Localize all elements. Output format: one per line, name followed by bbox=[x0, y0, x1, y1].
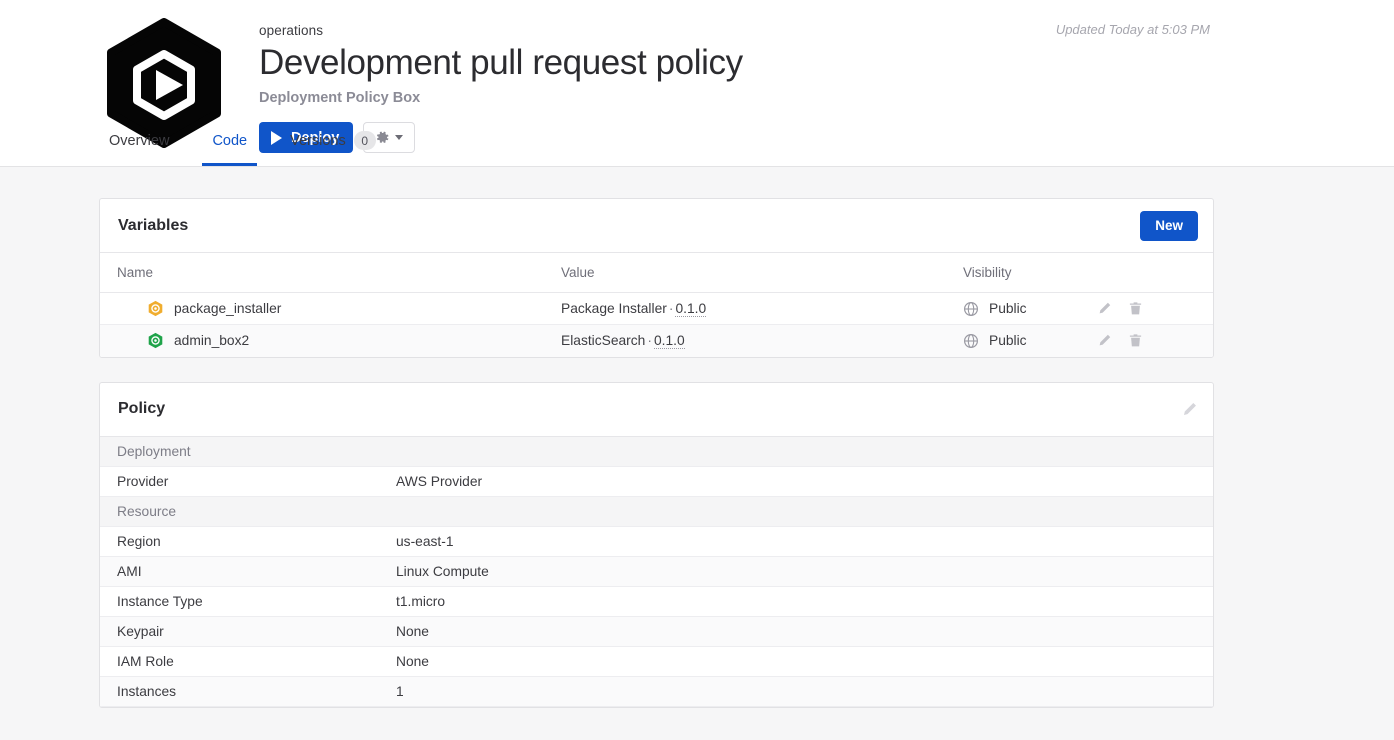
variables-card: Variables New Name Value Visibility pack… bbox=[99, 198, 1214, 358]
trash-icon[interactable] bbox=[1128, 301, 1143, 316]
policy-row: Instance Type t1.micro bbox=[100, 586, 1213, 617]
page-title: Development pull request policy bbox=[259, 43, 743, 82]
variable-visibility-cell: Public bbox=[962, 324, 1097, 357]
column-header-actions bbox=[1097, 253, 1213, 293]
column-header-visibility: Visibility bbox=[962, 253, 1097, 293]
trash-icon[interactable] bbox=[1128, 333, 1143, 348]
hexagon-badge-green-icon bbox=[147, 332, 164, 349]
variable-visibility-text: Public bbox=[989, 301, 1027, 316]
variable-name-cell: admin_box2 bbox=[100, 324, 560, 357]
variable-name-text: package_installer bbox=[174, 301, 282, 316]
variable-value-name: ElasticSearch bbox=[561, 333, 646, 349]
policy-card-title: Policy bbox=[118, 400, 166, 417]
policy-value: Linux Compute bbox=[395, 556, 1213, 587]
globe-icon bbox=[963, 301, 979, 317]
column-header-value: Value bbox=[560, 253, 962, 293]
policy-key: IAM Role bbox=[100, 646, 395, 677]
tab-code[interactable]: Code bbox=[202, 118, 258, 166]
policy-key: Instances bbox=[100, 676, 395, 707]
policy-value: t1.micro bbox=[395, 586, 1213, 617]
policy-key: Keypair bbox=[100, 616, 395, 647]
variables-table: Name Value Visibility package_installer … bbox=[100, 253, 1213, 357]
policy-section-label: Resource bbox=[100, 496, 395, 527]
pencil-icon[interactable] bbox=[1097, 333, 1112, 348]
policy-section-value bbox=[395, 496, 1213, 527]
variable-actions-cell bbox=[1097, 292, 1213, 325]
policy-value: None bbox=[395, 616, 1213, 647]
policy-row: IAM Role None bbox=[100, 646, 1213, 677]
variable-version-link[interactable]: 0.1.0 bbox=[653, 333, 685, 350]
variable-value-cell: Package Installer · 0.1.0 bbox=[560, 292, 962, 325]
pencil-icon[interactable] bbox=[1181, 401, 1198, 418]
variable-value-name: Package Installer bbox=[561, 301, 667, 316]
policy-row: Keypair None bbox=[100, 616, 1213, 647]
policy-value: 1 bbox=[395, 676, 1213, 707]
tab-versions-label: Versions bbox=[290, 132, 346, 149]
policy-key: AMI bbox=[100, 556, 395, 587]
policy-card: Policy Deployment Provider AWS Provider … bbox=[99, 381, 1214, 708]
variable-name-text: admin_box2 bbox=[174, 333, 250, 349]
policy-card-header: Policy bbox=[100, 383, 1213, 437]
page-subtitle: Deployment Policy Box bbox=[259, 90, 421, 106]
page-header: Updated Today at 5:03 PM operations Deve… bbox=[0, 0, 1394, 167]
policy-key: Region bbox=[100, 526, 395, 557]
variable-value-separator: · bbox=[647, 333, 652, 349]
hexagon-badge-orange-icon bbox=[147, 300, 164, 317]
main-content: Variables New Name Value Visibility pack… bbox=[0, 167, 1394, 732]
policy-section-row: Resource bbox=[100, 496, 1213, 527]
policy-section-row: Deployment bbox=[100, 436, 1213, 467]
breadcrumb-org[interactable]: operations bbox=[259, 22, 743, 40]
variables-card-header: Variables New bbox=[100, 199, 1213, 253]
variables-card-title: Variables bbox=[118, 216, 189, 234]
table-row[interactable]: package_installer Package Installer · 0.1.… bbox=[100, 292, 1213, 325]
policy-section-label: Deployment bbox=[100, 436, 395, 467]
policy-key: Instance Type bbox=[100, 586, 395, 617]
tab-bar: Overview Code Versions 0 bbox=[0, 118, 1394, 166]
policy-row: AMI Linux Compute bbox=[100, 556, 1213, 587]
variable-name-cell: package_installer bbox=[100, 292, 560, 325]
variable-visibility-cell: Public bbox=[962, 292, 1097, 325]
variable-version-link[interactable]: 0.1.0 bbox=[675, 301, 707, 317]
policy-value: None bbox=[395, 646, 1213, 677]
policy-section-value bbox=[395, 436, 1213, 467]
policy-key: Provider bbox=[100, 466, 395, 497]
variable-actions-cell bbox=[1097, 324, 1213, 357]
tab-versions[interactable]: Versions 0 bbox=[280, 118, 386, 166]
variables-table-header-row: Name Value Visibility bbox=[100, 253, 1213, 293]
policy-value: AWS Provider bbox=[395, 466, 1213, 497]
variable-value-cell: ElasticSearch · 0.1.0 bbox=[560, 324, 962, 357]
tab-versions-badge: 0 bbox=[353, 131, 376, 150]
table-row[interactable]: admin_box2 ElasticSearch · 0.1.0 Public bbox=[100, 324, 1213, 357]
tab-code-label: Code bbox=[212, 132, 248, 149]
policy-value: us-east-1 bbox=[395, 526, 1213, 557]
pencil-icon[interactable] bbox=[1097, 301, 1112, 316]
globe-icon bbox=[963, 333, 979, 349]
policy-row: Instances 1 bbox=[100, 676, 1213, 707]
updated-timestamp: Updated Today at 5:03 PM bbox=[1055, 22, 1210, 37]
policy-row: Region us-east-1 bbox=[100, 526, 1213, 557]
tab-overview-label: Overview bbox=[109, 132, 170, 149]
tab-overview[interactable]: Overview bbox=[99, 118, 179, 166]
new-variable-button[interactable]: New bbox=[1140, 210, 1198, 241]
variable-visibility-text: Public bbox=[989, 333, 1027, 349]
policy-table: Deployment Provider AWS Provider Resourc… bbox=[100, 436, 1213, 707]
policy-row: Provider AWS Provider bbox=[100, 466, 1213, 497]
column-header-name: Name bbox=[100, 253, 560, 293]
